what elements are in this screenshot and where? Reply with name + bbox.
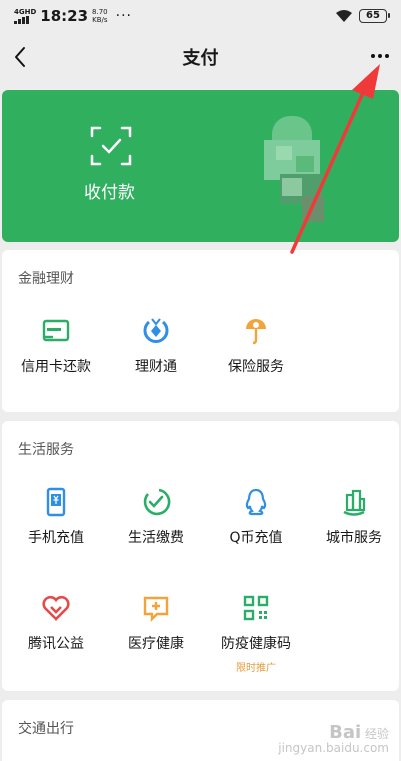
network-type: 4GHD: [14, 8, 37, 16]
credit-card-repay-item[interactable]: 信用卡还款: [6, 316, 106, 376]
phone-topup-item[interactable]: 手机充值: [6, 487, 106, 547]
wifi-icon: [336, 10, 352, 22]
signal-bars-icon: [14, 16, 36, 24]
watermark-url: jingyan.baidu.com: [278, 741, 389, 755]
section-title: 交通出行: [18, 721, 74, 737]
section-title: 金融理财: [18, 271, 74, 287]
wealth-icon: [143, 318, 169, 343]
qq-coin-item[interactable]: Q币充值: [206, 487, 306, 547]
battery-icon: 65: [359, 9, 390, 23]
credit-card-icon: [42, 319, 70, 342]
medical-item[interactable]: 医疗健康: [106, 593, 206, 653]
scan-code-icon: [90, 126, 132, 166]
phone-topup-icon: [46, 487, 66, 517]
speed-unit: KB/s: [92, 16, 108, 24]
charity-heart-icon: [42, 595, 70, 621]
watermark-jingyan: 经验: [364, 727, 389, 741]
pay-receive-card[interactable]: 收付款: [2, 90, 399, 242]
chevron-left-icon[interactable]: [8, 42, 36, 72]
blurred-avatar: [262, 112, 326, 230]
section-title: 生活服务: [18, 442, 74, 458]
nav-bar: 支付: [0, 32, 401, 82]
health-code-item[interactable]: 防疫健康码 限时推广: [206, 593, 306, 674]
city-service-icon: [343, 489, 366, 516]
charity-item[interactable]: 腾讯公益: [6, 593, 106, 653]
pay-receive-label: 收付款: [84, 183, 135, 203]
status-bar: 4GHD 18:23 8.70 KB/s ··· 65: [0, 0, 401, 32]
qr-health-code-icon: [243, 595, 269, 621]
qq-coin-icon: [245, 488, 267, 516]
status-more: ···: [115, 8, 132, 24]
insurance-icon: [246, 319, 266, 345]
network-speed: 8.70 KB/s: [92, 8, 108, 24]
city-service-item[interactable]: 城市服务: [304, 487, 401, 547]
watermark-brand: Bai: [329, 722, 362, 743]
signal-indicator: 4GHD: [14, 8, 36, 24]
utility-payment-icon: [143, 488, 171, 516]
wealth-item[interactable]: 理财通: [106, 316, 206, 376]
medical-icon: [143, 596, 169, 622]
promo-tag: 限时推广: [236, 663, 276, 674]
insurance-item[interactable]: 保险服务: [206, 316, 306, 376]
utility-payment-item[interactable]: 生活缴费: [106, 487, 206, 547]
watermark: Bai 经验 jingyan.baidu.com: [278, 724, 389, 756]
more-horizontal-icon[interactable]: [367, 46, 393, 66]
finance-section: 金融理财 信用卡还款 理财通 保险服务: [2, 250, 399, 412]
clock: 18:23: [40, 7, 89, 25]
page-title: 支付: [182, 48, 219, 69]
speed-value: 8.70: [92, 8, 108, 16]
life-services-section: 生活服务 手机充值 生活缴费 Q币充值 城市服务 腾讯公益 医疗健康 防疫健康码…: [2, 421, 399, 691]
